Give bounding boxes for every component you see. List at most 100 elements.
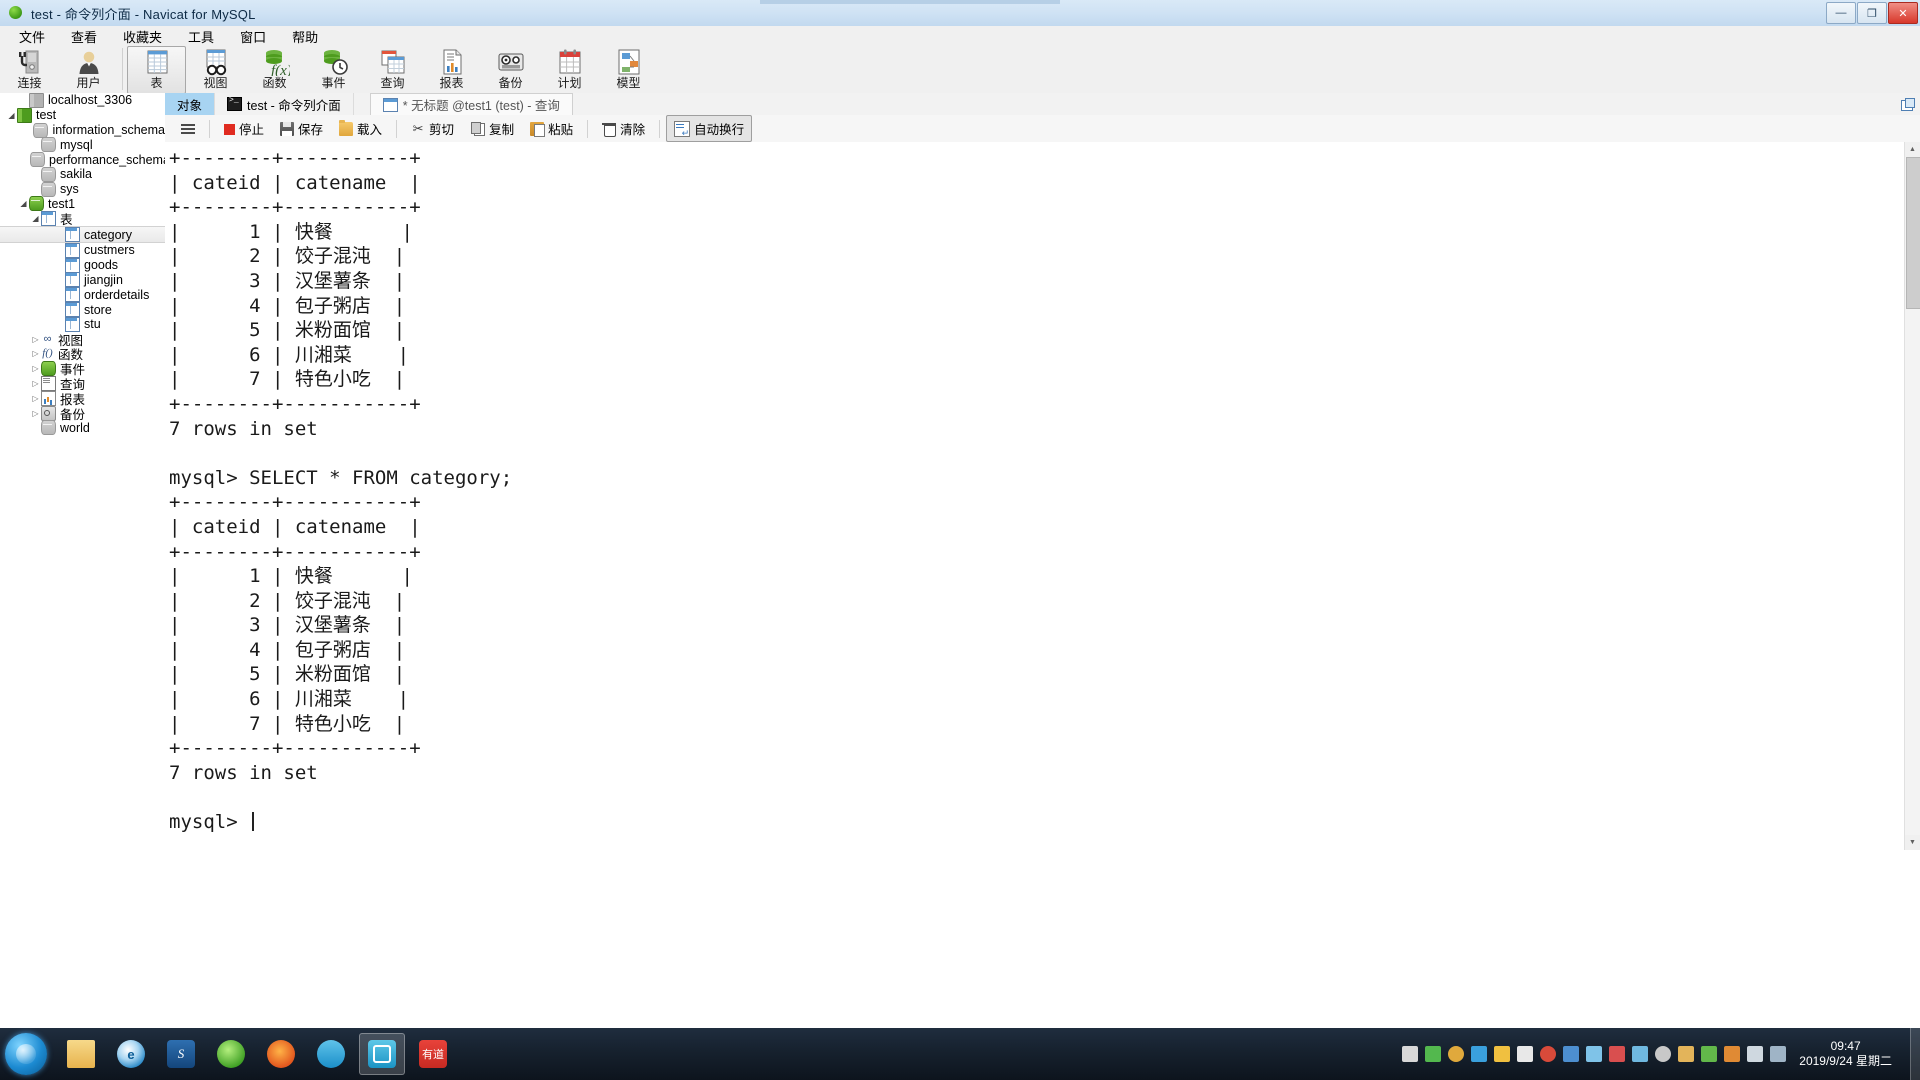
tray-icon-lock[interactable]: [1563, 1046, 1580, 1062]
tree-twisty-closed-icon[interactable]: [30, 364, 41, 373]
console-output-panel[interactable]: +--------+-----------+ | cateid | catena…: [165, 142, 1920, 850]
tree-item-备份[interactable]: 备份: [0, 405, 165, 422]
save-button[interactable]: 保存: [272, 115, 331, 142]
tab-command-line[interactable]: test - 命令列介面: [215, 93, 354, 115]
copy-button[interactable]: 复制: [462, 115, 522, 142]
tree-item-localhost_3306[interactable]: localhost_3306: [0, 93, 165, 108]
toolbar-model[interactable]: 模型: [599, 46, 658, 94]
tray-icon-folder[interactable]: [1678, 1046, 1695, 1062]
tray-icon-disc[interactable]: [1655, 1046, 1672, 1062]
tree-item-test[interactable]: test: [0, 107, 165, 123]
menu-help[interactable]: 帮助: [279, 25, 331, 48]
tree-item-information_schema[interactable]: information_schema: [0, 122, 165, 138]
taskbar-youdao[interactable]: 有道: [411, 1034, 455, 1074]
tab-objects[interactable]: 对象: [165, 93, 216, 115]
tray-icon-volume[interactable]: [1747, 1046, 1764, 1062]
tree-twisty-closed-icon[interactable]: [30, 349, 41, 358]
stop-button[interactable]: 停止: [216, 115, 272, 142]
toolbar-backup[interactable]: 备份: [481, 46, 540, 94]
tree-twisty-closed-icon[interactable]: [30, 335, 41, 344]
tree-item-world[interactable]: world: [0, 420, 165, 436]
tray-icon-shield[interactable]: [1425, 1046, 1442, 1062]
hamburger-icon: [181, 122, 195, 136]
tree-item-test1[interactable]: test1: [0, 196, 165, 212]
menu-tools[interactable]: 工具: [175, 25, 227, 48]
tray-icon-green[interactable]: [1701, 1046, 1718, 1062]
tree-item-goods[interactable]: goods: [0, 257, 165, 273]
tree-item-performance_schema[interactable]: performance_schema: [0, 152, 165, 168]
tree-item-jiangjin[interactable]: jiangjin: [0, 272, 165, 288]
clear-button[interactable]: 清除: [594, 115, 653, 142]
tree-item-category[interactable]: category: [0, 226, 165, 243]
minimize-button[interactable]: —: [1826, 2, 1856, 24]
tree-item-mysql[interactable]: mysql: [0, 137, 165, 153]
tree-item-表[interactable]: 表: [0, 211, 165, 227]
tray-icon-heart[interactable]: [1609, 1046, 1626, 1062]
toolbar-separator: [122, 48, 123, 90]
taskbar-firefox[interactable]: [259, 1034, 303, 1074]
show-desktop-button[interactable]: [1910, 1028, 1920, 1080]
tab-untitled-query[interactable]: * 无标题 @test1 (test) - 查询: [369, 93, 573, 115]
close-button[interactable]: ✕: [1888, 2, 1918, 24]
toolbar-function[interactable]: f(x) 函数: [245, 46, 304, 94]
tray-icon-keyboard[interactable]: [1402, 1046, 1419, 1062]
tree-twisty-open-icon[interactable]: [18, 199, 29, 208]
toolbar-event[interactable]: 事件: [304, 46, 363, 94]
taskbar-navicat[interactable]: [359, 1033, 405, 1075]
menu-bar: 文件 查看 收藏夹 工具 窗口 帮助: [0, 26, 1920, 46]
tray-icon-block[interactable]: [1540, 1046, 1557, 1062]
function-icon: f(x): [260, 48, 290, 76]
database-icon: [41, 166, 56, 182]
toolbar-view[interactable]: 视图: [186, 46, 245, 94]
scrollbar-thumb[interactable]: [1906, 157, 1920, 309]
tree-item-sys[interactable]: sys: [0, 181, 165, 197]
tree-item-custmers[interactable]: custmers: [0, 242, 165, 258]
taskbar-sogou[interactable]: S: [159, 1034, 203, 1074]
paste-button[interactable]: 粘贴: [522, 115, 581, 142]
tree-twisty-closed-icon[interactable]: [30, 379, 41, 388]
tree-item-orderdetails[interactable]: orderdetails: [0, 287, 165, 303]
tree-twisty-open-icon[interactable]: [6, 111, 17, 120]
tree-twisty-open-icon[interactable]: [30, 214, 41, 223]
tray-icon-note[interactable]: [1632, 1046, 1649, 1062]
console-vertical-scrollbar[interactable]: ▲ ▼: [1904, 142, 1920, 850]
taskbar-ie[interactable]: e: [109, 1034, 153, 1074]
menu-window[interactable]: 窗口: [227, 25, 279, 48]
scroll-down-arrow[interactable]: ▼: [1905, 835, 1920, 850]
window-controls: — ❐ ✕: [1826, 2, 1918, 24]
tray-icon-star[interactable]: [1494, 1046, 1511, 1062]
tree-twisty-closed-icon[interactable]: [30, 409, 41, 418]
load-button[interactable]: 载入: [331, 115, 390, 142]
toolbar-connection[interactable]: 连接: [0, 46, 59, 94]
toolbar-schedule[interactable]: 计划: [540, 46, 599, 94]
menu-view[interactable]: 查看: [58, 25, 110, 48]
menu-toggle-button[interactable]: [173, 118, 203, 140]
cut-button[interactable]: ✂ 剪切: [403, 115, 462, 142]
start-button[interactable]: [5, 1033, 47, 1075]
tray-icon-pen[interactable]: [1448, 1046, 1465, 1062]
toolbar-table[interactable]: 表: [127, 46, 186, 94]
taskbar-explorer[interactable]: [59, 1034, 103, 1074]
maximize-button[interactable]: ❐: [1857, 2, 1887, 24]
database-tree-sidebar[interactable]: localhost_3306testinformation_schemamysq…: [0, 93, 166, 850]
console-icon: [227, 96, 243, 111]
tree-item-store[interactable]: store: [0, 302, 165, 318]
tray-icon-cloud[interactable]: [1586, 1046, 1603, 1062]
taskbar-clock[interactable]: 09:47 2019/9/24 星期二: [1799, 1039, 1902, 1069]
taskbar-qq[interactable]: [309, 1034, 353, 1074]
taskbar-green-app[interactable]: [209, 1034, 253, 1074]
toolbar-report[interactable]: 报表: [422, 46, 481, 94]
tab-overflow-icon[interactable]: [1901, 97, 1915, 111]
tree-twisty-closed-icon[interactable]: [30, 394, 41, 403]
tree-item-sakila[interactable]: sakila: [0, 166, 165, 182]
tray-icon-orange[interactable]: [1724, 1046, 1741, 1062]
scroll-up-arrow[interactable]: ▲: [1905, 142, 1920, 157]
auto-wrap-button[interactable]: 自动换行: [666, 115, 753, 142]
tray-icon-chat[interactable]: [1471, 1046, 1488, 1062]
toolbar-query[interactable]: 查询: [363, 46, 422, 94]
toolbar-user[interactable]: 用户: [59, 46, 118, 94]
tray-icon-network[interactable]: [1770, 1046, 1787, 1062]
tray-icon-mail[interactable]: [1517, 1046, 1534, 1062]
menu-favorites[interactable]: 收藏夹: [110, 25, 175, 48]
menu-file[interactable]: 文件: [6, 25, 58, 48]
